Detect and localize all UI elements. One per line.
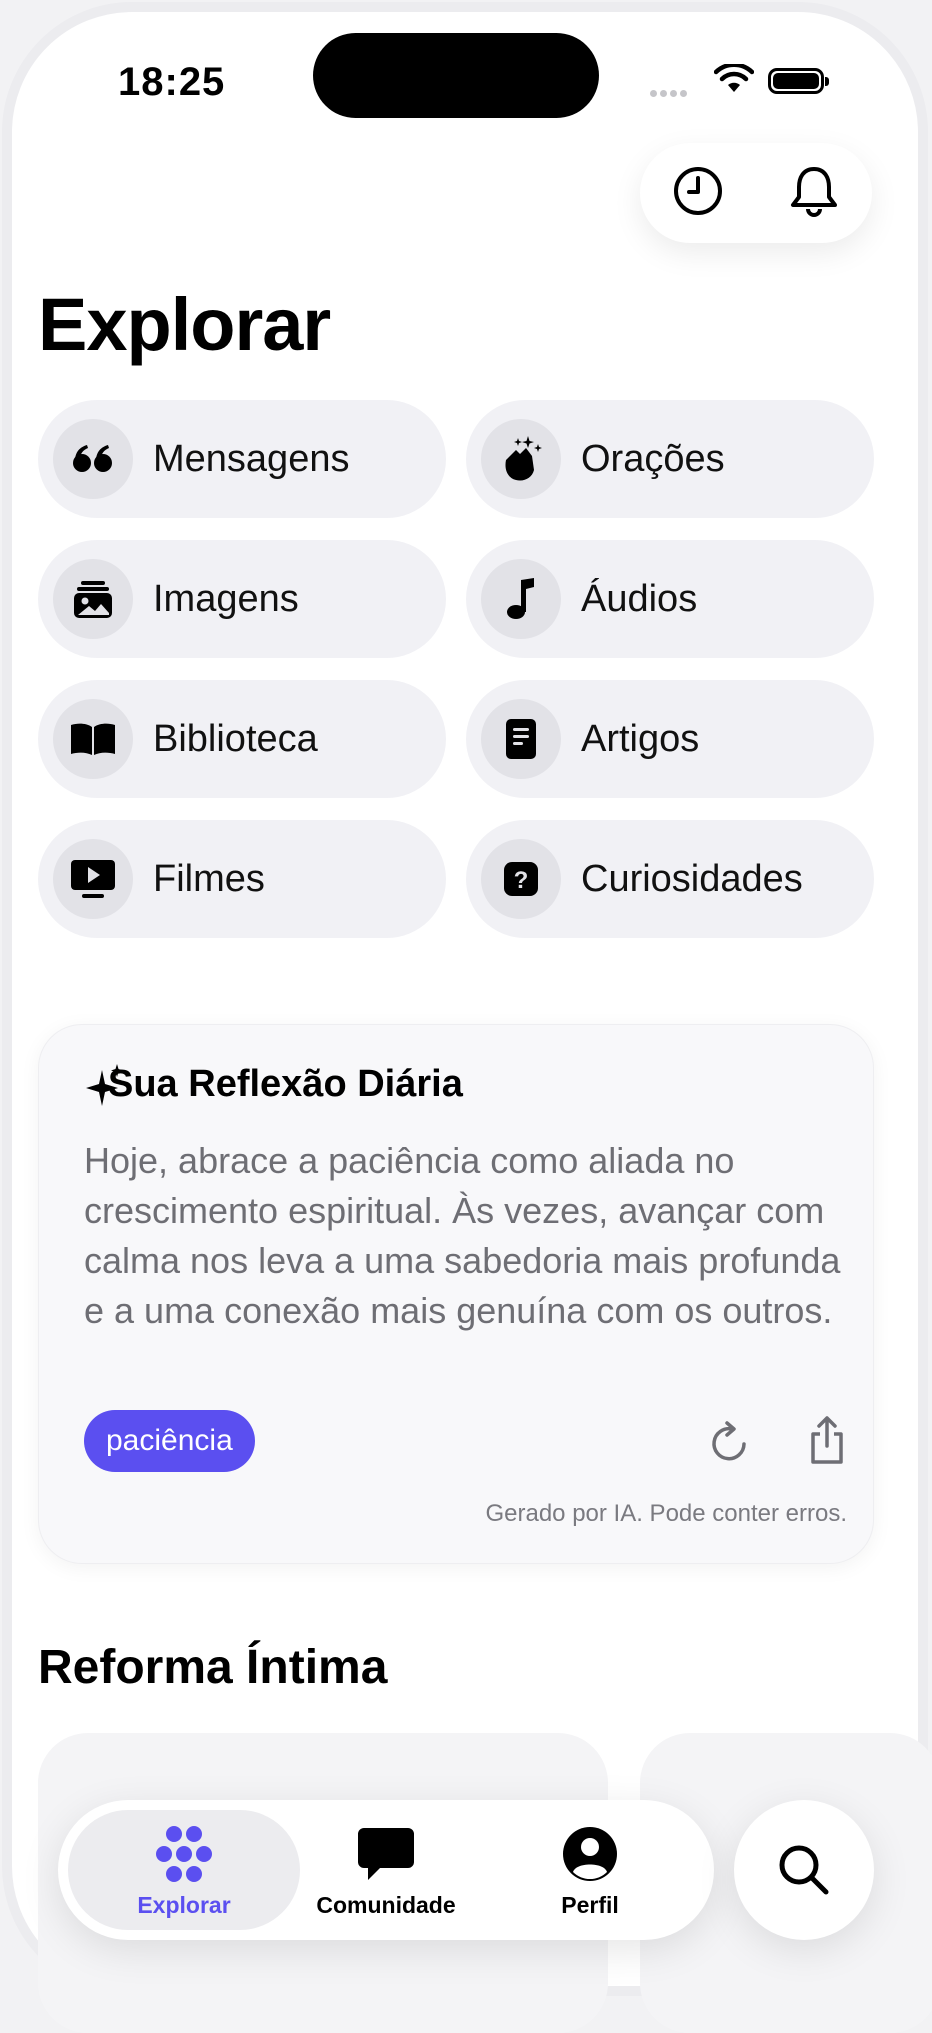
category-label: Orações — [581, 437, 725, 480]
dynamic-island — [313, 33, 599, 118]
category-filmes[interactable]: Filmes — [38, 820, 446, 938]
category-imagens[interactable]: Imagens — [38, 540, 446, 658]
explore-icon — [156, 1826, 212, 1882]
book-icon — [53, 699, 133, 779]
page-title: Explorar — [38, 283, 331, 366]
tab-perfil[interactable]: Perfil — [490, 1826, 690, 1919]
category-label: Mensagens — [153, 437, 350, 480]
category-artigos[interactable]: Artigos — [466, 680, 874, 798]
category-oracoes[interactable]: Orações — [466, 400, 874, 518]
status-time: 18:25 — [118, 60, 226, 104]
category-curiosidades[interactable]: ? Curiosidades — [466, 820, 874, 938]
praying-hands-icon — [481, 419, 561, 499]
search-button[interactable] — [734, 1800, 874, 1940]
tv-play-icon — [53, 839, 133, 919]
refresh-icon[interactable] — [710, 1420, 752, 1471]
top-actions — [640, 143, 872, 243]
bell-icon[interactable] — [788, 163, 840, 224]
question-icon: ? — [481, 839, 561, 919]
music-note-icon — [481, 559, 561, 639]
document-icon — [481, 699, 561, 779]
ai-disclaimer: Gerado por IA. Pode conter erros. — [485, 1500, 847, 1527]
wifi-icon — [713, 62, 755, 99]
category-label: Curiosidades — [581, 857, 803, 900]
category-label: Áudios — [581, 577, 698, 620]
person-icon — [563, 1827, 617, 1881]
category-mensagens[interactable]: Mensagens — [38, 400, 446, 518]
signal-icon — [650, 84, 690, 102]
tab-label: Perfil — [561, 1892, 619, 1918]
tab-explorar[interactable]: Explorar — [84, 1826, 284, 1919]
category-biblioteca[interactable]: Biblioteca — [38, 680, 446, 798]
tab-label: Explorar — [137, 1892, 231, 1918]
battery-icon — [768, 68, 829, 94]
tab-label: Comunidade — [316, 1892, 456, 1918]
category-label: Filmes — [153, 857, 265, 900]
category-audios[interactable]: Áudios — [466, 540, 874, 658]
reflection-tag[interactable]: paciência — [84, 1410, 255, 1472]
share-icon[interactable] — [806, 1414, 848, 1471]
quote-icon — [53, 419, 133, 499]
category-label: Imagens — [153, 577, 299, 620]
history-icon[interactable] — [672, 165, 724, 222]
reflection-title: Sua Reflexão Diária — [108, 1063, 463, 1105]
reflection-text: Hoje, abrace a paciência como aliada no … — [84, 1140, 841, 1331]
tab-comunidade[interactable]: Comunidade — [286, 1826, 486, 1919]
section-title: Reforma Íntima — [38, 1641, 388, 1694]
svg-text:?: ? — [514, 867, 529, 894]
category-label: Biblioteca — [153, 717, 318, 760]
images-icon — [53, 559, 133, 639]
search-icon — [779, 1845, 829, 1895]
category-grid: Mensagens Orações Imagens Áudios Bibliot… — [38, 400, 874, 938]
category-label: Artigos — [581, 717, 700, 760]
chat-bubble-icon — [358, 1828, 414, 1880]
